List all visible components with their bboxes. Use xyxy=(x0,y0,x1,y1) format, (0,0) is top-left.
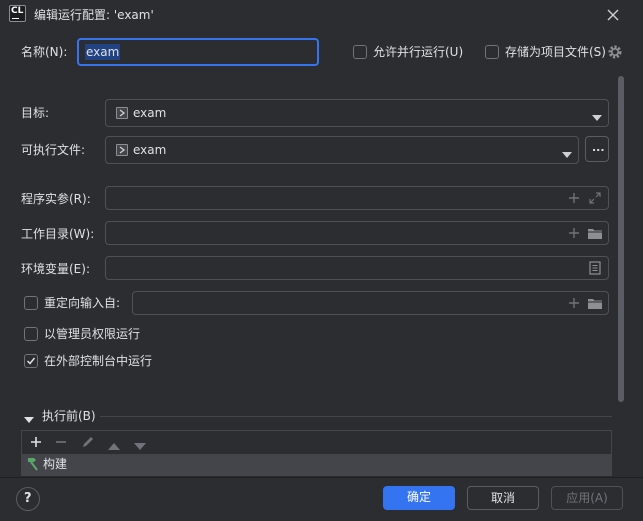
redirect-input-checkbox[interactable] xyxy=(24,296,38,310)
run-in-console-checkbox[interactable] xyxy=(24,354,38,368)
run-in-console-label[interactable]: 在外部控制台中运行 xyxy=(44,353,152,369)
help-button[interactable]: ? xyxy=(16,487,40,511)
before-launch-panel: 构建 xyxy=(21,430,612,476)
ok-button-label: 确定 xyxy=(406,490,431,504)
allow-parallel-checkbox[interactable] xyxy=(353,45,367,59)
cancel-button[interactable]: 取消 xyxy=(467,486,539,510)
executable-label: 可执行文件: xyxy=(21,143,86,157)
chevron-down-icon[interactable] xyxy=(592,110,602,124)
close-icon[interactable] xyxy=(603,5,623,25)
section-divider xyxy=(100,416,612,417)
before-launch-title[interactable]: 执行前(B) xyxy=(42,408,96,424)
target-select[interactable]: exam xyxy=(105,99,609,127)
executable-value: exam xyxy=(133,143,167,157)
target-value: exam xyxy=(133,106,167,120)
app-logo-icon: CL xyxy=(9,5,26,22)
hammer-icon xyxy=(25,457,39,474)
chevron-down-icon[interactable] xyxy=(562,147,572,161)
list-item-label: 构建 xyxy=(43,457,68,471)
store-as-project-label[interactable]: 存储为项目文件(S) xyxy=(505,44,606,60)
browse-executable-button[interactable]: ... xyxy=(585,136,609,162)
window-title: 编辑运行配置: 'exam' xyxy=(34,8,154,22)
folder-icon[interactable] xyxy=(587,227,603,243)
name-input-value: exam xyxy=(85,44,121,60)
expand-icon[interactable] xyxy=(589,192,601,207)
remove-icon[interactable] xyxy=(55,436,67,451)
checkmark-icon xyxy=(26,357,36,365)
plus-icon[interactable] xyxy=(568,297,580,312)
help-icon: ? xyxy=(24,491,32,506)
scrollbar-thumb[interactable] xyxy=(618,76,624,402)
name-label: 名称(N): xyxy=(21,45,68,59)
run-as-admin-label[interactable]: 以管理员权限运行 xyxy=(44,326,140,342)
working-dir-input[interactable] xyxy=(105,221,609,245)
run-config-icon xyxy=(116,107,128,119)
move-up-icon[interactable] xyxy=(108,439,120,453)
title-bar: CL 编辑运行配置: 'exam' xyxy=(0,0,643,30)
cancel-button-label: 取消 xyxy=(490,491,515,505)
apply-button[interactable]: 应用(A) xyxy=(551,486,623,510)
run-config-icon xyxy=(116,144,128,156)
before-launch-toolbar xyxy=(22,431,611,454)
apply-button-label: 应用(A) xyxy=(566,491,608,505)
collapse-triangle-icon[interactable] xyxy=(24,412,34,426)
plus-icon[interactable] xyxy=(568,227,580,242)
env-vars-label: 环境变量(E): xyxy=(21,262,90,276)
working-dir-label: 工作目录(W): xyxy=(21,227,95,241)
folder-icon[interactable] xyxy=(587,297,603,313)
app-logo-text: CL xyxy=(11,6,24,16)
browse-button-label: ... xyxy=(592,141,605,154)
store-as-project-checkbox[interactable] xyxy=(485,45,499,59)
env-vars-input[interactable] xyxy=(105,256,609,280)
document-icon[interactable] xyxy=(589,261,601,278)
redirect-input-label[interactable]: 重定向输入自: xyxy=(44,295,120,311)
scrollbar-track[interactable] xyxy=(617,76,627,406)
gear-icon[interactable] xyxy=(607,44,623,60)
footer-divider xyxy=(0,477,643,478)
program-args-input[interactable] xyxy=(105,186,609,210)
program-args-label: 程序实参(R): xyxy=(21,192,91,206)
move-down-icon[interactable] xyxy=(134,439,146,453)
name-input[interactable]: exam xyxy=(77,38,319,66)
ok-button[interactable]: 确定 xyxy=(383,486,455,510)
edit-icon[interactable] xyxy=(81,435,95,452)
plus-icon[interactable] xyxy=(568,192,580,207)
redirect-input-field[interactable] xyxy=(132,291,609,315)
add-icon[interactable] xyxy=(30,436,42,451)
list-item[interactable]: 构建 xyxy=(22,454,611,475)
allow-parallel-label[interactable]: 允许并行运行(U) xyxy=(373,44,463,60)
executable-select[interactable]: exam xyxy=(105,136,579,164)
run-as-admin-checkbox[interactable] xyxy=(24,327,38,341)
target-label: 目标: xyxy=(21,106,50,120)
